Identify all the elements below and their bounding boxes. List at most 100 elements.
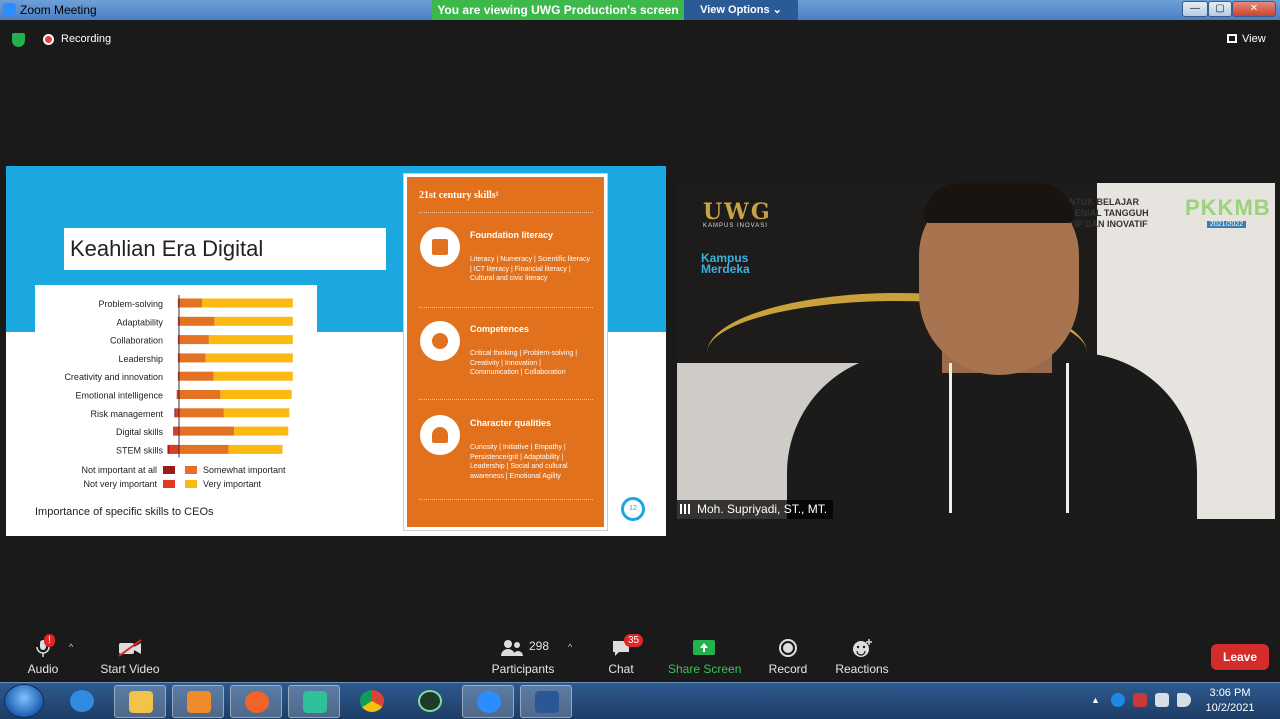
legend-label: Not very important — [83, 479, 157, 489]
bar-segment — [208, 335, 293, 345]
category-label: Risk management — [90, 409, 163, 419]
bar-segment — [179, 390, 221, 399]
banner-line: TIF DAN INOVATIF — [1069, 219, 1148, 229]
show-hidden-icons-caret[interactable]: ▲ — [1091, 695, 1100, 705]
category-label: Creativity and innovation — [64, 372, 163, 382]
view-options-label: View Options — [700, 4, 770, 16]
share-screen-button[interactable]: Share Screen — [668, 638, 742, 676]
chrome-icon[interactable] — [346, 685, 398, 718]
participant-video[interactable]: UWG KAMPUS INOVASI Kampus Merdeka NTUK B… — [677, 183, 1275, 519]
category-label: Leadership — [118, 354, 163, 364]
bar-segment — [223, 408, 290, 418]
audio-label: Audio — [27, 662, 59, 676]
start-video-label: Start Video — [100, 662, 160, 676]
recording-icon — [43, 34, 54, 45]
section-body: Critical thinking | Problem-solving | Cr… — [470, 350, 578, 376]
divider — [419, 307, 593, 308]
participants-count: 298 — [529, 639, 550, 653]
volume-icon[interactable] — [1177, 693, 1191, 707]
participants-options-caret[interactable]: ^ — [568, 642, 572, 652]
bar-segment — [179, 316, 215, 326]
divider — [419, 399, 593, 400]
clock-time: 3:06 PM — [1209, 687, 1251, 699]
security-shield-icon[interactable] — [12, 33, 25, 47]
filmora-icon[interactable] — [288, 685, 340, 718]
banner-line: NTUK BELAJAR — [1069, 197, 1140, 207]
pkkmb-year: 2021/2022 — [1207, 221, 1247, 228]
bar-segment — [174, 408, 176, 418]
merdeka-line: Merdeka — [701, 262, 750, 276]
background-banner-text: NTUK BELAJAR LENIAL TANGGUH TIF DAN INOV… — [1069, 197, 1149, 230]
skills-bar-chart: Problem-solving Adaptability Collaboration… — [64, 295, 293, 489]
record-label: Record — [768, 662, 808, 676]
bar-segment — [173, 426, 175, 436]
maximize-button[interactable]: ▢ — [1208, 1, 1232, 17]
category-label: Adaptability — [116, 317, 163, 327]
audio-options-caret[interactable]: ^ — [69, 642, 73, 652]
kampus-merdeka-logo: Kampus Merdeka — [701, 252, 750, 276]
minimize-button[interactable]: — — [1182, 1, 1208, 17]
bar-segment — [214, 316, 293, 326]
bar-segment — [234, 426, 289, 436]
skills-panel-heading: 21st century skills¹ — [419, 190, 499, 201]
vectr-icon[interactable] — [404, 685, 456, 718]
share-screen-label: Share Screen — [668, 662, 742, 676]
title-bar: Zoom Meeting You are viewing UWG Product… — [0, 0, 1280, 20]
pkkmb-logo: PKKMB — [1185, 195, 1271, 220]
network-icon[interactable] — [1155, 693, 1169, 707]
chart-caption: Importance of specific skills to CEOs — [35, 506, 214, 518]
category-label: Collaboration — [110, 336, 163, 346]
leave-button[interactable]: Leave — [1211, 644, 1269, 670]
zoom-icon[interactable] — [462, 685, 514, 718]
legend-label: Not important at all — [81, 465, 157, 475]
section-title: Character qualities — [470, 418, 552, 428]
bar-segment — [220, 390, 292, 399]
start-video-button[interactable]: Start Video — [96, 638, 164, 676]
file-explorer-icon[interactable] — [114, 685, 166, 718]
internet-explorer-icon[interactable] — [56, 685, 108, 718]
taskbar-clock[interactable]: 3:06 PM 10/2/2021 — [1195, 686, 1265, 716]
reactions-label: Reactions — [835, 662, 889, 676]
category-label: Problem-solving — [98, 299, 163, 309]
view-options-button[interactable]: View Options ⌄ — [684, 0, 798, 20]
divider — [419, 212, 593, 213]
bar-segment — [179, 298, 202, 308]
close-button[interactable]: ✕ — [1232, 1, 1276, 17]
legend-swatch — [163, 480, 175, 488]
legend-swatch — [185, 480, 197, 488]
video-camera-off-icon — [96, 638, 164, 658]
category-label: Digital skills — [116, 427, 164, 437]
start-button[interactable] — [4, 684, 44, 718]
view-button[interactable]: View — [1227, 33, 1266, 45]
category-label: STEM skills — [116, 445, 163, 455]
person-hair — [924, 183, 1074, 223]
smiley-plus-icon — [834, 638, 890, 658]
recording-label: Recording — [61, 33, 112, 45]
media-player-icon[interactable] — [172, 685, 224, 718]
participants-button[interactable]: 298 Participants — [490, 638, 556, 676]
bar-segment — [179, 335, 209, 345]
legend-swatch — [163, 466, 175, 474]
earphone-cable — [949, 363, 1069, 513]
tray-app-icon[interactable] — [1111, 693, 1125, 707]
foundation-literacy-icon — [420, 227, 460, 267]
chevron-down-icon: ⌄ — [772, 4, 782, 16]
legend-label: Very important — [203, 479, 262, 489]
competences-icon — [420, 321, 460, 361]
character-qualities-icon — [420, 415, 460, 455]
chat-button[interactable]: 35 Chat — [604, 634, 644, 676]
bar-segment — [179, 408, 224, 418]
reactions-button[interactable]: Reactions — [834, 638, 890, 676]
firefox-icon[interactable] — [230, 685, 282, 718]
bar-segment — [169, 444, 179, 454]
bar-segment — [213, 371, 293, 381]
action-center-icon[interactable] — [1133, 693, 1147, 707]
bar-segment — [228, 444, 283, 454]
divider — [419, 499, 593, 500]
meeting-toolbar: ! Audio ^ Start Video 298 Participants ^… — [0, 630, 1280, 682]
microphone-icon: ! — [22, 634, 64, 658]
record-button[interactable]: Record — [766, 638, 810, 676]
word-icon[interactable] — [520, 685, 572, 718]
legend-label: Somewhat important — [203, 465, 286, 475]
audio-button[interactable]: ! Audio — [22, 634, 64, 676]
